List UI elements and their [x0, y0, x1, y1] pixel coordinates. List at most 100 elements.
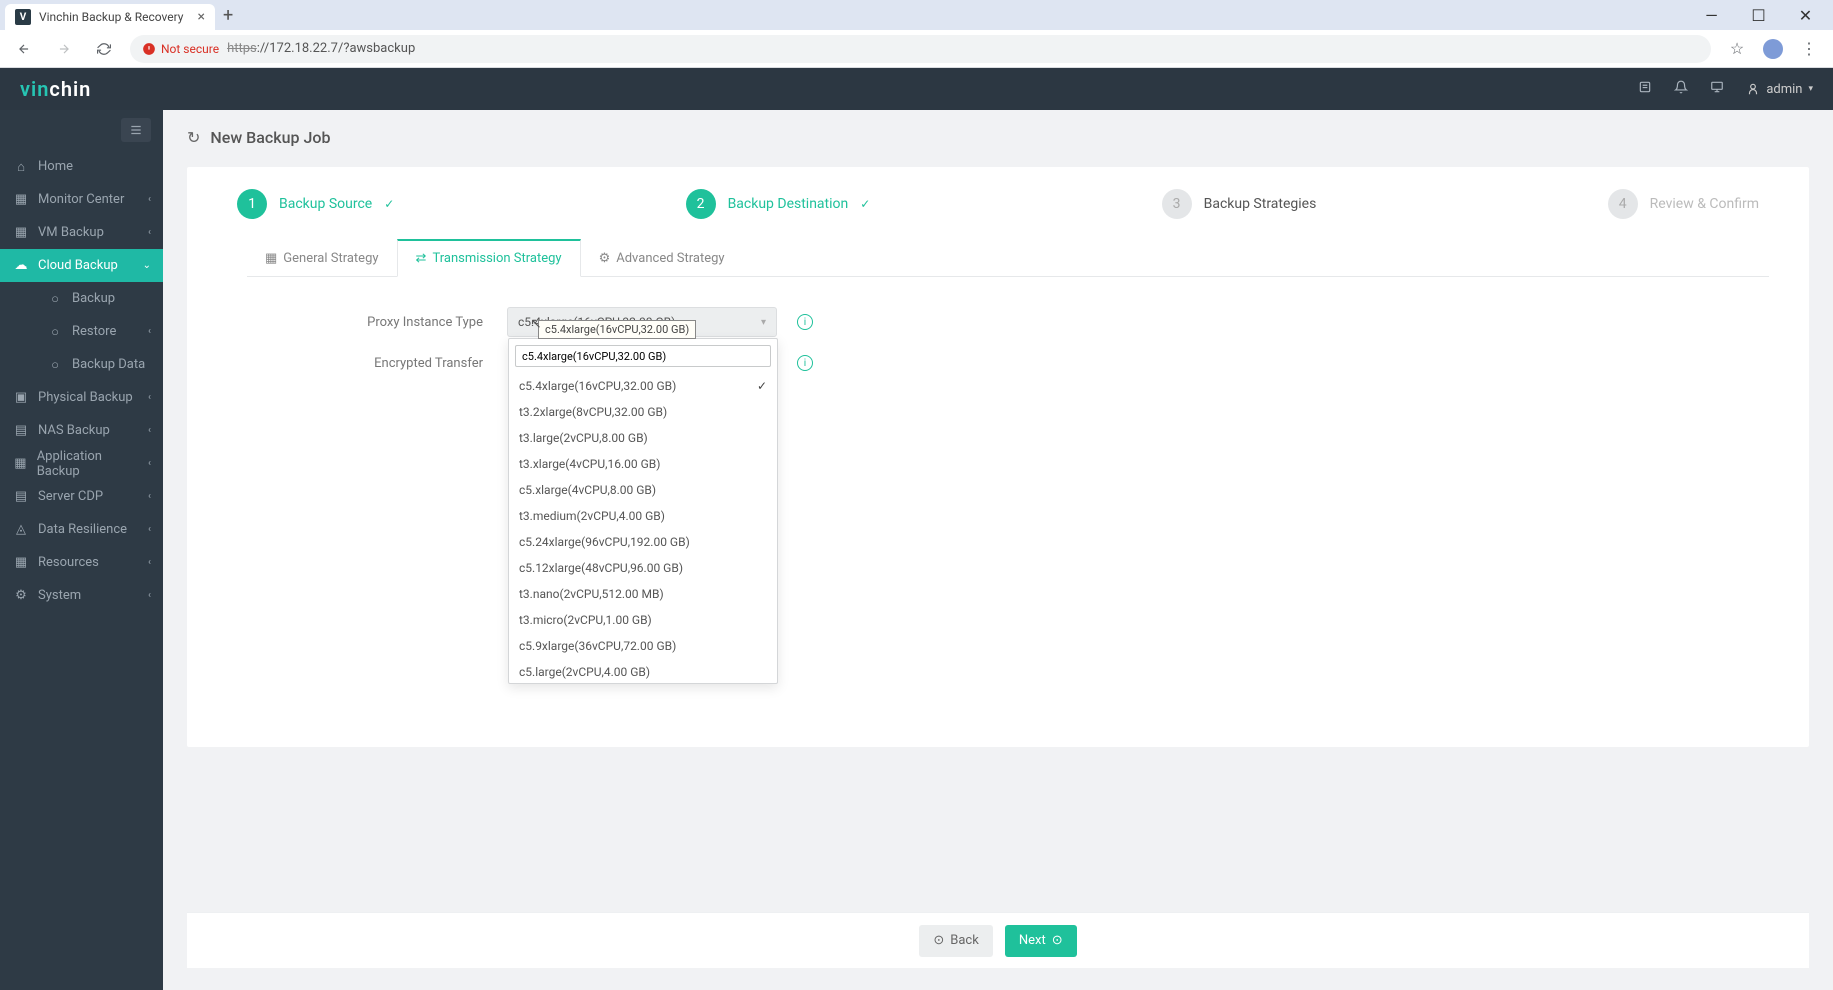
row-proxy-instance: Proxy Instance Type c5.4xlarge(16vCPU,32… [277, 307, 1719, 337]
info-icon[interactable]: i [797, 314, 813, 330]
step-backup-destination[interactable]: 2 Backup Destination ✓ [686, 189, 871, 219]
sidebar-item-label: Backup Data [72, 357, 145, 372]
circle-icon: ○ [48, 291, 62, 307]
dropdown-option[interactable]: t3.xlarge(4vCPU,16.00 GB) [509, 451, 777, 477]
sidebar-item-system[interactable]: ⚙System‹ [0, 579, 163, 612]
dropdown-option[interactable]: t3.2xlarge(8vCPU,32.00 GB) [509, 399, 777, 425]
button-label: Back [950, 933, 979, 948]
sidebar-item-physical[interactable]: ▣Physical Backup‹ [0, 381, 163, 414]
maximize-button[interactable]: ☐ [1736, 0, 1781, 30]
user-name: admin [1766, 82, 1802, 97]
sidebar-item-server-cdp[interactable]: ▤Server CDP‹ [0, 480, 163, 513]
dropdown-option[interactable]: t3.micro(2vCPU,1.00 GB) [509, 607, 777, 633]
step-review-confirm[interactable]: 4 Review & Confirm [1608, 189, 1759, 219]
sidebar-item-nas[interactable]: ▤NAS Backup‹ [0, 414, 163, 447]
dropdown-search-input[interactable] [515, 345, 771, 367]
chevron-down-icon: ▾ [1808, 84, 1813, 94]
sidebar-item-vm-backup[interactable]: ▦VM Backup‹ [0, 216, 163, 249]
dropdown-option[interactable]: c5.9xlarge(36vCPU,72.00 GB) [509, 633, 777, 659]
sidebar-item-cloud-backup[interactable]: ☁Cloud Backup⌄ [0, 249, 163, 282]
step-backup-strategies[interactable]: 3 Backup Strategies [1162, 189, 1317, 219]
sidebar-item-app-backup[interactable]: ▦Application Backup‹ [0, 447, 163, 480]
bookmark-star-icon[interactable]: ☆ [1723, 35, 1751, 63]
sidebar-item-label: Restore [72, 324, 116, 339]
info-icon[interactable]: i [797, 355, 813, 371]
bell-icon[interactable] [1674, 80, 1688, 98]
sidebar-item-label: Backup [72, 291, 115, 306]
list-icon[interactable] [1638, 80, 1652, 98]
dropdown-option[interactable]: c5.12xlarge(48vCPU,96.00 GB) [509, 555, 777, 581]
minimize-button[interactable]: — [1689, 0, 1734, 30]
nas-icon: ▤ [14, 423, 28, 438]
dropdown-option[interactable]: t3.medium(2vCPU,4.00 GB) [509, 503, 777, 529]
tab-transmission-strategy[interactable]: ⇄Transmission Strategy [397, 239, 581, 277]
tab-advanced-strategy[interactable]: ⚙Advanced Strategy [581, 239, 743, 276]
dropdown-option[interactable]: c5.24xlarge(96vCPU,192.00 GB) [509, 529, 777, 555]
sidebar-sub-backup-data[interactable]: ○Backup Data [34, 348, 163, 381]
step-label: Backup Source [279, 196, 372, 212]
dropdown-option[interactable]: t3.large(2vCPU,8.00 GB) [509, 425, 777, 451]
chevron-icon: ‹ [148, 524, 151, 535]
chevron-icon: ‹ [148, 458, 151, 469]
sidebar-item-label: System [38, 588, 81, 603]
forward-icon[interactable] [50, 35, 78, 63]
sidebar-item-label: Data Resilience [38, 522, 127, 537]
sidebar-item-label: Cloud Backup [38, 258, 118, 273]
step-number: 3 [1162, 189, 1192, 219]
cursor-icon: ↖ [530, 316, 542, 332]
app-header: vinchin admin ▾ [0, 68, 1833, 110]
check-icon: ✓ [757, 379, 767, 393]
transfer-icon: ⇄ [416, 251, 427, 266]
refresh-icon[interactable]: ↻ [187, 128, 200, 147]
not-secure-badge: Not secure [142, 42, 219, 56]
dropdown-option[interactable]: c5.large(2vCPU,4.00 GB) [509, 659, 777, 683]
new-tab-button[interactable]: + [215, 5, 241, 26]
back-icon[interactable] [10, 35, 38, 63]
proxy-instance-select[interactable]: c5.4xlarge(16vCPU,32.00 GB) ▾ ↖ c5.4xlar… [507, 307, 777, 337]
close-tab-icon[interactable]: × [198, 9, 205, 25]
sidebar-toggle[interactable] [121, 118, 151, 142]
close-window-button[interactable]: ✕ [1783, 0, 1828, 30]
next-button[interactable]: Next⊙ [1005, 925, 1077, 957]
dropdown-list[interactable]: c5.4xlarge(16vCPU,32.00 GB)✓t3.2xlarge(8… [509, 373, 777, 683]
page-title: ↻ New Backup Job [187, 128, 1809, 147]
chevron-icon: ‹ [148, 557, 151, 568]
home-icon: ⌂ [14, 159, 28, 175]
sidebar-sub-backup[interactable]: ○ Backup [34, 282, 163, 315]
tab-general-strategy[interactable]: ▦General Strategy [247, 239, 397, 276]
sidebar-item-home[interactable]: ⌂Home [0, 150, 163, 183]
sidebar-item-monitor[interactable]: ▦Monitor Center‹ [0, 183, 163, 216]
footer-bar: ⊙Back Next⊙ [187, 912, 1809, 968]
back-button[interactable]: ⊙Back [919, 925, 992, 957]
strategy-tabs: ▦General Strategy ⇄Transmission Strategy… [247, 239, 1769, 277]
browser-menu-icon[interactable]: ⋮ [1795, 35, 1823, 63]
form-area: Proxy Instance Type c5.4xlarge(16vCPU,32… [227, 277, 1769, 419]
step-number: 1 [237, 189, 267, 219]
sidebar-item-resources[interactable]: ▦Resources‹ [0, 546, 163, 579]
chevron-icon: ‹ [148, 227, 151, 238]
chevron-down-icon: ▾ [761, 317, 766, 328]
tooltip: c5.4xlarge(16vCPU,32.00 GB) [538, 320, 696, 339]
server-icon: ▤ [14, 489, 28, 504]
sidebar-item-label: Application Backup [37, 449, 138, 479]
tab-favicon: V [15, 9, 31, 25]
resilience-icon: ◬ [14, 522, 28, 537]
sidebar-item-data-resilience[interactable]: ◬ Data Resilience ‹ [0, 513, 163, 546]
dropdown-option[interactable]: c5.xlarge(4vCPU,8.00 GB) [509, 477, 777, 503]
chevron-icon: ‹ [148, 194, 151, 205]
monitor-icon[interactable] [1710, 80, 1724, 98]
step-label: Backup Strategies [1204, 196, 1317, 212]
user-menu[interactable]: admin ▾ [1746, 82, 1813, 97]
dropdown-option[interactable]: t3.nano(2vCPU,512.00 MB) [509, 581, 777, 607]
dropdown-option[interactable]: c5.4xlarge(16vCPU,32.00 GB)✓ [509, 373, 777, 399]
chevron-down-icon: ⌄ [143, 260, 151, 271]
sidebar-sub-restore[interactable]: ○Restore‹ [34, 315, 163, 348]
step-number: 4 [1608, 189, 1638, 219]
url-field[interactable]: Not secure https://172.18.22.7/?awsbacku… [130, 35, 1711, 63]
reload-icon[interactable] [90, 35, 118, 63]
browser-tab[interactable]: V Vinchin Backup & Recovery × [5, 4, 215, 30]
sidebar-item-label: VM Backup [38, 225, 104, 240]
step-backup-source[interactable]: 1 Backup Source ✓ [237, 189, 394, 219]
profile-avatar[interactable] [1763, 39, 1783, 59]
gear-icon: ⚙ [14, 588, 28, 603]
